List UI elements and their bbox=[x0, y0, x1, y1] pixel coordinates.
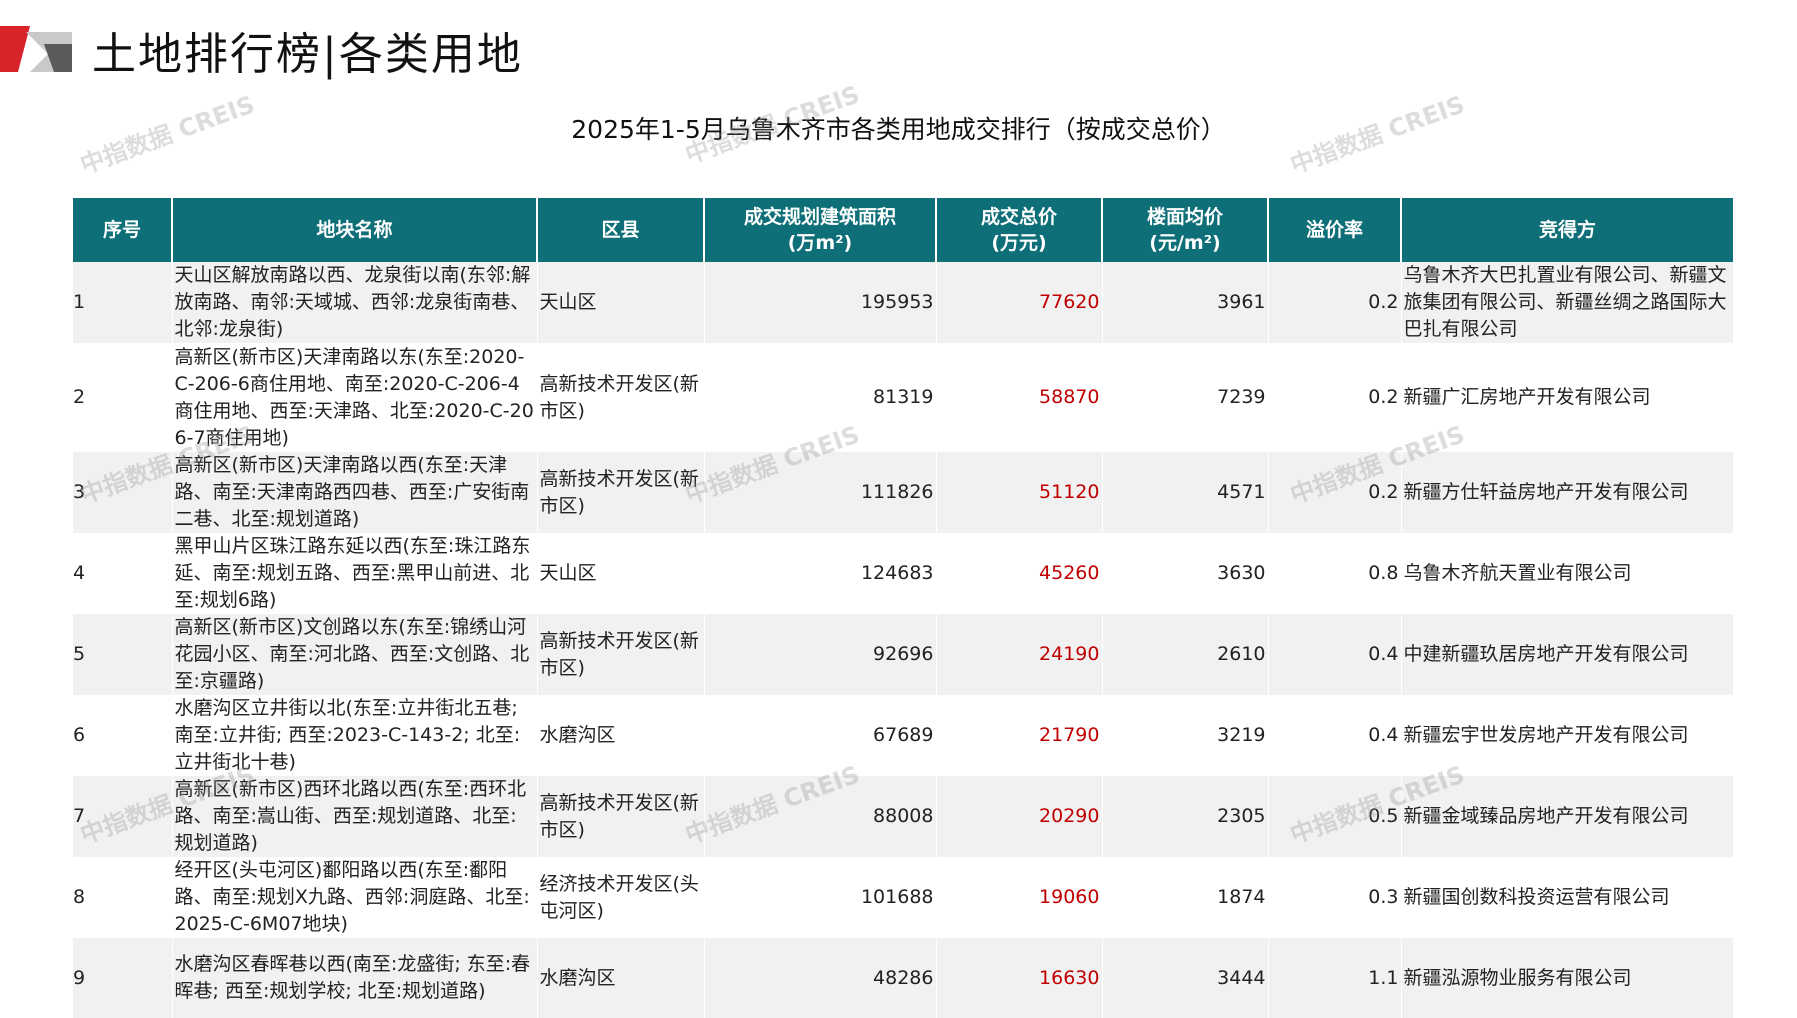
cell-winner: 乌鲁木齐大巴扎置业有限公司、新疆文旅集团有限公司、新疆丝绸之路国际大巴扎有限公司 bbox=[1401, 262, 1734, 343]
table-title: 2025年1-5月乌鲁木齐市各类用地成交排行（按成交总价） bbox=[571, 115, 1226, 144]
cell-index: 5 bbox=[73, 614, 173, 695]
table-row: 9 水磨沟区春晖巷以西(南至:龙盛街; 东至:春晖巷; 西至:规划学校; 北至:规… bbox=[73, 938, 1734, 1018]
table-row: 2 高新区(新市区)天津南路以东(东至:2020-C-206-6商住用地、南至:2… bbox=[73, 343, 1734, 452]
cell-district: 天山区 bbox=[537, 262, 705, 343]
cell-winner: 新疆金域臻品房地产开发有限公司 bbox=[1401, 776, 1734, 857]
header-total-price: 成交总价 (万元) bbox=[936, 198, 1103, 262]
cell-unit-price: 2610 bbox=[1102, 614, 1269, 695]
cell-district: 水磨沟区 bbox=[537, 938, 705, 1018]
cell-area: 101688 bbox=[704, 857, 937, 938]
cell-land-name: 黑甲山片区珠江路东延以西(东至:珠江路东延、南至:规划五路、西至:黑甲山前进、北… bbox=[172, 533, 538, 614]
cell-total-price: 24190 bbox=[936, 614, 1103, 695]
cell-land-name: 高新区(新市区)西环北路以西(东至:西环北路、南至:嵩山街、西至:规划道路、北至… bbox=[172, 776, 538, 857]
table-row: 6 水磨沟区立井街以北(东至:立井街北五巷; 南至:立井街; 西至:2023-C-… bbox=[73, 695, 1734, 776]
cell-winner: 中建新疆玖居房地产开发有限公司 bbox=[1401, 614, 1734, 695]
table-row: 1 天山区解放南路以西、龙泉街以南(东邻:解放南路、南邻:天域城、西邻:龙泉街南巷… bbox=[73, 262, 1734, 343]
cell-area: 81319 bbox=[704, 343, 937, 452]
cell-land-name: 天山区解放南路以西、龙泉街以南(东邻:解放南路、南邻:天域城、西邻:龙泉街南巷、… bbox=[172, 262, 538, 343]
cell-total-price: 19060 bbox=[936, 857, 1103, 938]
cell-unit-price: 2305 bbox=[1102, 776, 1269, 857]
cell-index: 2 bbox=[73, 343, 173, 452]
header-unit-price: 楼面均价 (元/m²) bbox=[1102, 198, 1269, 262]
cell-total-price: 77620 bbox=[936, 262, 1103, 343]
cell-premium: 0.5 bbox=[1268, 776, 1402, 857]
creis-logo-icon bbox=[0, 26, 72, 72]
cell-area: 195953 bbox=[704, 262, 937, 343]
cell-index: 1 bbox=[73, 262, 173, 343]
land-ranking-table: 序号 地块名称 区县 成交规划建筑面积 (万m²) 成交总价 (万元) 楼面均价 (元/m… bbox=[73, 198, 1734, 1018]
cell-unit-price: 7239 bbox=[1102, 343, 1269, 452]
cell-unit-price: 3444 bbox=[1102, 938, 1269, 1018]
cell-premium: 0.3 bbox=[1268, 857, 1402, 938]
table-header-row: 序号 地块名称 区县 成交规划建筑面积 (万m²) 成交总价 (万元) 楼面均价 (元/m… bbox=[73, 198, 1733, 262]
cell-winner: 新疆国创数科投资运营有限公司 bbox=[1401, 857, 1734, 938]
cell-district: 高新技术开发区(新市区) bbox=[537, 343, 705, 452]
cell-area: 67689 bbox=[704, 695, 937, 776]
page-title: 土地排行榜|各类用地 bbox=[92, 29, 523, 80]
cell-district: 水磨沟区 bbox=[537, 695, 705, 776]
cell-total-price: 58870 bbox=[936, 343, 1103, 452]
cell-land-name: 高新区(新市区)天津南路以西(东至:天津路、南至:天津南路西四巷、西至:广安街南… bbox=[172, 452, 538, 533]
cell-area: 124683 bbox=[704, 533, 937, 614]
cell-area: 92696 bbox=[704, 614, 937, 695]
cell-unit-price: 4571 bbox=[1102, 452, 1269, 533]
header-district: 区县 bbox=[537, 198, 705, 262]
cell-total-price: 21790 bbox=[936, 695, 1103, 776]
cell-winner: 新疆宏宇世发房地产开发有限公司 bbox=[1401, 695, 1734, 776]
cell-index: 6 bbox=[73, 695, 173, 776]
cell-index: 8 bbox=[73, 857, 173, 938]
header-area: 成交规划建筑面积 (万m²) bbox=[704, 198, 937, 262]
cell-index: 3 bbox=[73, 452, 173, 533]
cell-index: 9 bbox=[73, 938, 173, 1018]
cell-unit-price: 3219 bbox=[1102, 695, 1269, 776]
header-winner: 竞得方 bbox=[1401, 198, 1733, 262]
header-index: 序号 bbox=[73, 198, 173, 262]
cell-winner: 新疆泓源物业服务有限公司 bbox=[1401, 938, 1734, 1018]
cell-unit-price: 1874 bbox=[1102, 857, 1269, 938]
cell-district: 高新技术开发区(新市区) bbox=[537, 452, 705, 533]
cell-winner: 新疆方仕轩益房地产开发有限公司 bbox=[1401, 452, 1734, 533]
table-row: 5 高新区(新市区)文创路以东(东至:锦绣山河花园小区、南至:河北路、西至:文创路… bbox=[73, 614, 1734, 695]
table-row: 7 高新区(新市区)西环北路以西(东至:西环北路、南至:嵩山街、西至:规划道路、北… bbox=[73, 776, 1734, 857]
cell-total-price: 16630 bbox=[936, 938, 1103, 1018]
cell-total-price: 20290 bbox=[936, 776, 1103, 857]
cell-index: 7 bbox=[73, 776, 173, 857]
cell-land-name: 经开区(头屯河区)鄱阳路以西(东至:鄱阳路、南至:规划X九路、西邻:洞庭路、北至… bbox=[172, 857, 538, 938]
cell-district: 天山区 bbox=[537, 533, 705, 614]
cell-premium: 0.2 bbox=[1268, 452, 1402, 533]
cell-total-price: 51120 bbox=[936, 452, 1103, 533]
table-row: 3 高新区(新市区)天津南路以西(东至:天津路、南至:天津南路西四巷、西至:广安街… bbox=[73, 452, 1734, 533]
cell-area: 48286 bbox=[704, 938, 937, 1018]
cell-premium: 0.2 bbox=[1268, 343, 1402, 452]
cell-index: 4 bbox=[73, 533, 173, 614]
cell-land-name: 高新区(新市区)文创路以东(东至:锦绣山河花园小区、南至:河北路、西至:文创路、… bbox=[172, 614, 538, 695]
header-premium: 溢价率 bbox=[1268, 198, 1402, 262]
cell-premium: 0.8 bbox=[1268, 533, 1402, 614]
table-row: 8 经开区(头屯河区)鄱阳路以西(东至:鄱阳路、南至:规划X九路、西邻:洞庭路、北… bbox=[73, 857, 1734, 938]
cell-district: 经济技术开发区(头屯河区) bbox=[537, 857, 705, 938]
cell-area: 88008 bbox=[704, 776, 937, 857]
table-row: 4 黑甲山片区珠江路东延以西(东至:珠江路东延、南至:规划五路、西至:黑甲山前进、… bbox=[73, 533, 1734, 614]
cell-premium: 1.1 bbox=[1268, 938, 1402, 1018]
cell-district: 高新技术开发区(新市区) bbox=[537, 614, 705, 695]
cell-premium: 0.4 bbox=[1268, 614, 1402, 695]
cell-land-name: 水磨沟区春晖巷以西(南至:龙盛街; 东至:春晖巷; 西至:规划学校; 北至:规划… bbox=[172, 938, 538, 1018]
cell-premium: 0.2 bbox=[1268, 262, 1402, 343]
cell-land-name: 水磨沟区立井街以北(东至:立井街北五巷; 南至:立井街; 西至:2023-C-1… bbox=[172, 695, 538, 776]
cell-total-price: 45260 bbox=[936, 533, 1103, 614]
cell-district: 高新技术开发区(新市区) bbox=[537, 776, 705, 857]
cell-area: 111826 bbox=[704, 452, 937, 533]
cell-winner: 乌鲁木齐航天置业有限公司 bbox=[1401, 533, 1734, 614]
cell-premium: 0.4 bbox=[1268, 695, 1402, 776]
cell-unit-price: 3961 bbox=[1102, 262, 1269, 343]
cell-winner: 新疆广汇房地产开发有限公司 bbox=[1401, 343, 1734, 452]
cell-land-name: 高新区(新市区)天津南路以东(东至:2020-C-206-6商住用地、南至:20… bbox=[172, 343, 538, 452]
header-land-name: 地块名称 bbox=[172, 198, 538, 262]
cell-unit-price: 3630 bbox=[1102, 533, 1269, 614]
